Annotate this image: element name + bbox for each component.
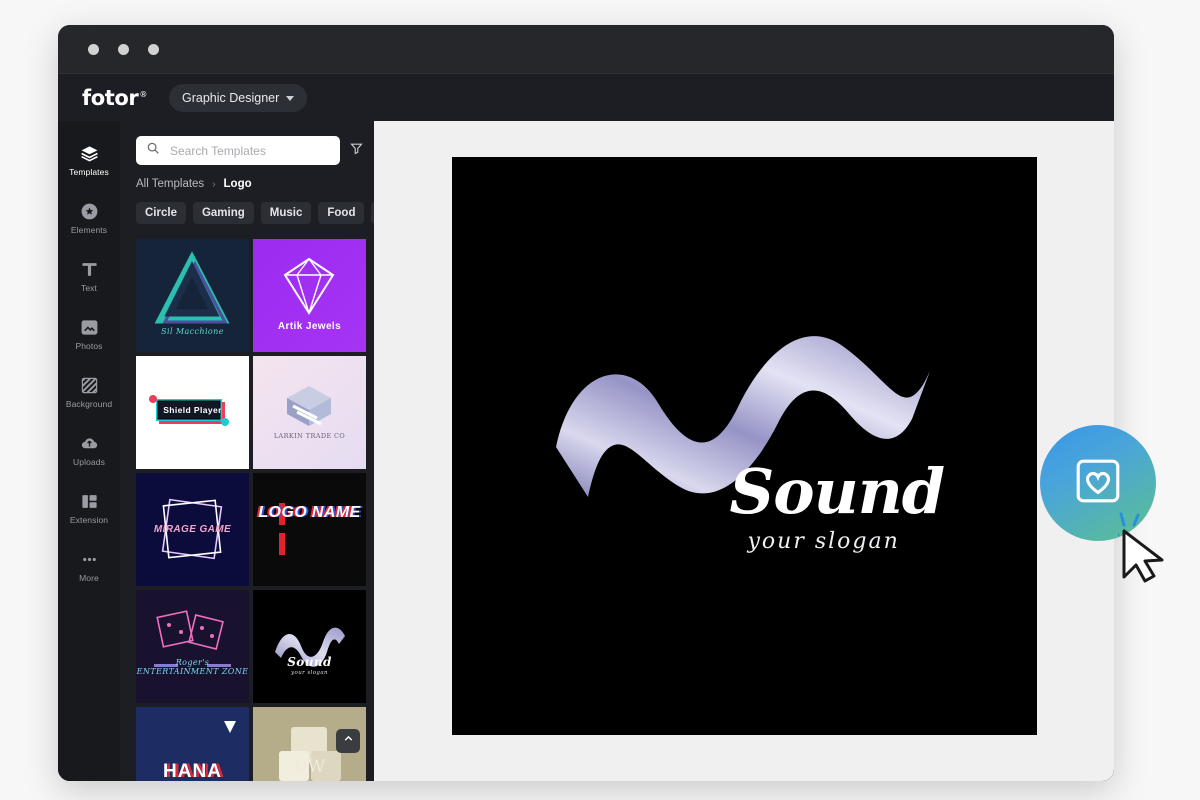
sidebar-item-photos[interactable]: Photos (58, 305, 120, 363)
chevron-down-icon (286, 96, 295, 101)
search-icon (146, 141, 160, 160)
canvas-title-text[interactable]: Sound (730, 455, 946, 528)
sound-wave-graphic (555, 336, 930, 497)
heart-in-square-icon (1073, 456, 1123, 511)
chip-music[interactable]: Music (260, 202, 312, 224)
sidebar-item-background[interactable]: Background (58, 363, 120, 421)
sidebar-label-photos: Photos (75, 340, 103, 351)
sidebar-item-templates[interactable]: Templates (58, 131, 120, 189)
template-label: Artik Jewels (277, 321, 342, 332)
sidebar-item-uploads[interactable]: Uploads (58, 421, 120, 479)
sidebar-item-elements[interactable]: Elements (58, 189, 120, 247)
star-badge-icon (80, 202, 99, 221)
template-card-mirage-game[interactable]: MIRAGE GAME (136, 473, 249, 586)
scroll-to-top-button[interactable] (336, 729, 360, 753)
mode-switcher-button[interactable]: Graphic Designer (169, 83, 308, 112)
template-card-logo-name[interactable]: LOGO NAME (253, 473, 366, 586)
sidebar-label-extension: Extension (69, 514, 109, 525)
sidebar-label-more: More (79, 572, 99, 583)
category-chips: Circle Gaming Music Food Tech › (120, 190, 374, 224)
canvas-slogan-text[interactable]: your slogan (748, 529, 900, 554)
sidebar-label-text: Text (81, 282, 97, 293)
text-t-icon (80, 260, 99, 279)
template-card-rogers-entertainment-zone[interactable]: Roger's ENTERTAINMENT ZONE (136, 590, 249, 703)
cloud-upload-icon (80, 434, 99, 453)
sidebar-item-more[interactable]: More (58, 537, 120, 595)
window-titlebar (58, 25, 1114, 73)
sidebar-item-extension[interactable]: Extension (58, 479, 120, 537)
template-label: HANA (163, 761, 222, 781)
chip-circle[interactable]: Circle (136, 202, 186, 224)
chip-food[interactable]: Food (318, 202, 365, 224)
photo-icon (80, 318, 99, 337)
ellipsis-icon (80, 550, 99, 569)
sidebar-label-templates: Templates (69, 166, 109, 177)
search-box[interactable] (136, 136, 340, 165)
template-label: Sil Macchione (161, 327, 224, 336)
left-tool-rail: Templates Elements Text Photos Backgroun… (58, 121, 120, 781)
breadcrumb-separator: › (212, 178, 216, 190)
breadcrumb: All Templates › Logo (120, 165, 374, 190)
template-label: Sound (287, 655, 332, 669)
template-card-larkin-trade-co[interactable]: LARKIN TRADE CO (253, 356, 366, 469)
chip-gaming[interactable]: Gaming (192, 202, 254, 224)
layers-icon (80, 144, 99, 163)
sidebar-label-elements: Elements (70, 224, 108, 235)
sidebar-label-background: Background (65, 398, 113, 409)
canvas-workspace: Sound your slogan (374, 121, 1114, 781)
template-label: DW (293, 757, 326, 777)
search-row (120, 121, 374, 165)
brand-text: fotor (82, 85, 139, 110)
breadcrumb-current: Logo (223, 178, 252, 190)
template-card-artik-jewels[interactable]: Artik Jewels (253, 239, 366, 352)
close-dot[interactable] (88, 43, 99, 55)
template-card-shield-player[interactable]: Shield Player (136, 356, 249, 469)
template-sublabel: your slogan (291, 670, 328, 676)
app-topbar: fotor® Graphic Designer (58, 73, 1114, 121)
template-label: MIRAGE GAME (153, 524, 232, 535)
chevron-up-icon (342, 732, 355, 750)
template-label-line1: LOGO NAME (258, 504, 361, 521)
design-canvas[interactable]: Sound your slogan (451, 157, 1037, 735)
fotor-logo[interactable]: fotor® (82, 86, 147, 110)
sidebar-item-text[interactable]: Text (58, 247, 120, 305)
breadcrumb-all-templates[interactable]: All Templates (136, 178, 204, 190)
template-label-script: Roger's ENTERTAINMENT ZONE (136, 658, 249, 676)
maximize-dot[interactable] (148, 43, 159, 55)
template-label: LARKIN TRADE CO (273, 432, 346, 440)
search-input[interactable] (168, 142, 330, 159)
app-body: Templates Elements Text Photos Backgroun… (58, 121, 1114, 781)
hatch-square-icon (80, 376, 99, 395)
puzzle-icon (80, 492, 99, 511)
registered-mark: ® (139, 89, 147, 99)
template-card-sound[interactable]: Sound your slogan (253, 590, 366, 703)
app-window: fotor® Graphic Designer Templates Elemen… (58, 25, 1114, 781)
minimize-dot[interactable] (118, 43, 129, 55)
templates-grid: Sil Macchione Artik Jewels Shield Player… (120, 224, 374, 781)
like-favorite-button[interactable] (1040, 425, 1156, 541)
mode-switcher-label: Graphic Designer (182, 90, 280, 105)
filter-funnel-icon[interactable] (349, 141, 364, 161)
templates-panel: All Templates › Logo Circle Gaming Music… (120, 121, 374, 781)
template-card-sil-macchione[interactable]: Sil Macchione (136, 239, 249, 352)
sidebar-label-uploads: Uploads (73, 456, 105, 467)
template-label: Shield Player (163, 405, 222, 415)
template-card-hana[interactable]: HANA (136, 707, 249, 781)
